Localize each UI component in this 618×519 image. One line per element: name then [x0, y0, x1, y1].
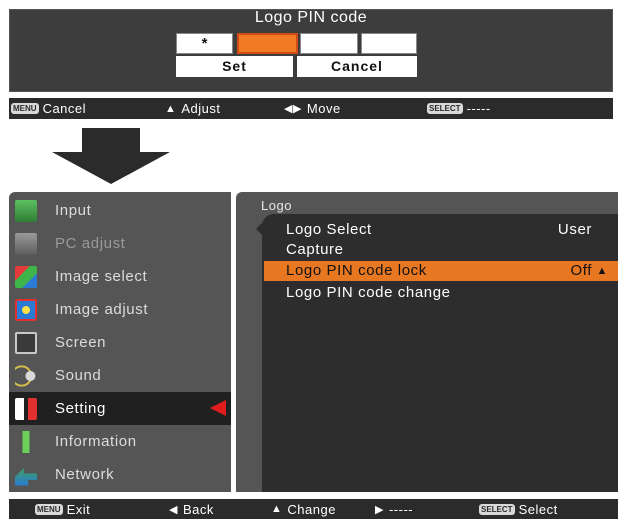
move-hint-label: Move	[306, 101, 341, 116]
bottom-key-guide: MENU Exit ◀ Back ▲︎ Change ▶ ----- SELEC…	[9, 499, 618, 519]
exit-hint-label: Exit	[66, 501, 91, 517]
panel-pointer-icon	[256, 222, 263, 236]
adjust-hint: ▲︎ Adjust	[165, 98, 221, 119]
sidebar-item-screen[interactable]: Screen	[9, 326, 231, 359]
sidebar-item-image-adjust[interactable]: Image adjust	[9, 293, 231, 326]
sidebar-item-label: Network	[55, 466, 115, 483]
pin-digit-2[interactable]	[237, 33, 298, 54]
sidebar-item-label: Setting	[55, 400, 106, 417]
back-hint: ◀ Back	[169, 499, 214, 519]
sidebar-item-label: Information	[55, 433, 137, 450]
row-logo-pin-code-change[interactable]: Logo PIN code change	[264, 283, 618, 303]
dialog-title: Logo PIN code	[254, 9, 368, 26]
sidebar-item-label: Image select	[55, 268, 148, 285]
sidebar-item-network[interactable]: Network	[9, 458, 231, 491]
down-arrow-icon	[52, 128, 170, 184]
row-logo-pin-code-lock[interactable]: Logo PIN code lock Off ▲︎	[264, 261, 618, 281]
left-right-icon: ◀▶	[284, 103, 302, 115]
sidebar-item-setting[interactable]: Setting	[9, 392, 231, 425]
sidebar-item-sound[interactable]: Sound	[9, 359, 231, 392]
selection-pointer-icon	[210, 400, 226, 416]
sidebar-item-label: Input	[55, 202, 92, 219]
row-capture[interactable]: Capture	[264, 240, 618, 260]
panel-title: Logo	[261, 198, 292, 213]
adjust-hint-label: Adjust	[181, 101, 221, 116]
right-arrow-icon: ▶	[375, 503, 384, 516]
up-down-icon: ▲︎	[271, 503, 283, 515]
sidebar-item-label: Screen	[55, 334, 107, 351]
pin-digit-1[interactable]: *	[176, 33, 233, 54]
input-icon	[15, 199, 37, 222]
sidebar-item-image-select[interactable]: Image select	[9, 260, 231, 293]
select-key-icon: SELECT	[479, 503, 515, 515]
next-hint-label: -----	[388, 501, 414, 517]
setting-icon	[15, 397, 37, 420]
sound-icon	[15, 364, 37, 387]
cancel-button[interactable]: Cancel	[297, 56, 417, 77]
sidebar-item-label: Sound	[55, 367, 102, 384]
menu-key-icon: MENU	[35, 503, 63, 515]
up-down-icon: ▲︎	[596, 265, 608, 277]
move-hint: ◀▶ Move	[284, 98, 341, 119]
up-down-icon: ▲︎	[165, 102, 177, 115]
row-label: Logo PIN code lock	[286, 262, 427, 279]
pc-adjust-icon	[15, 232, 37, 255]
image-select-icon	[15, 265, 37, 288]
information-icon	[15, 430, 37, 453]
pin-digit-4[interactable]	[361, 33, 417, 54]
cancel-hint-label: Cancel	[42, 101, 87, 116]
select-hint: SELECT Select	[479, 499, 558, 519]
row-value: Off	[570, 262, 592, 279]
row-label: Logo Select	[286, 221, 372, 238]
select-key-icon: SELECT	[427, 103, 463, 114]
menu-key-icon: MENU	[11, 103, 39, 114]
set-button[interactable]: Set	[176, 56, 293, 77]
row-logo-select[interactable]: Logo Select User	[264, 220, 618, 240]
change-hint-label: Change	[287, 501, 336, 517]
menu-cancel-hint: MENU Cancel	[11, 98, 86, 119]
next-hint: ▶ -----	[375, 499, 413, 519]
image-adjust-icon	[15, 298, 37, 321]
select-hint-label: -----	[466, 101, 491, 116]
sidebar-item-pc-adjust[interactable]: PC adjust	[9, 227, 231, 260]
row-label: Logo PIN code change	[286, 284, 451, 301]
back-hint-label: Back	[182, 501, 214, 517]
sidebar-item-label: PC adjust	[55, 235, 126, 252]
left-arrow-icon: ◀	[169, 503, 178, 516]
row-label: Capture	[286, 241, 344, 258]
main-menu-sidebar: Input PC adjust Image select Image adjus…	[9, 192, 231, 492]
select-hint-label: Select	[518, 501, 558, 517]
top-key-guide: MENU Cancel ▲︎ Adjust ◀▶ Move SELECT ---…	[9, 98, 613, 119]
row-value: User	[557, 221, 592, 238]
sidebar-item-information[interactable]: Information	[9, 425, 231, 458]
change-hint: ▲︎ Change	[271, 499, 336, 519]
screen-icon	[15, 331, 37, 354]
sidebar-item-label: Image adjust	[55, 301, 149, 318]
pin-digit-3[interactable]	[300, 33, 358, 54]
network-icon	[15, 467, 37, 486]
sidebar-item-input[interactable]: Input	[9, 194, 231, 227]
select-hint: SELECT -----	[427, 98, 491, 119]
menu-exit-hint: MENU Exit	[35, 499, 90, 519]
